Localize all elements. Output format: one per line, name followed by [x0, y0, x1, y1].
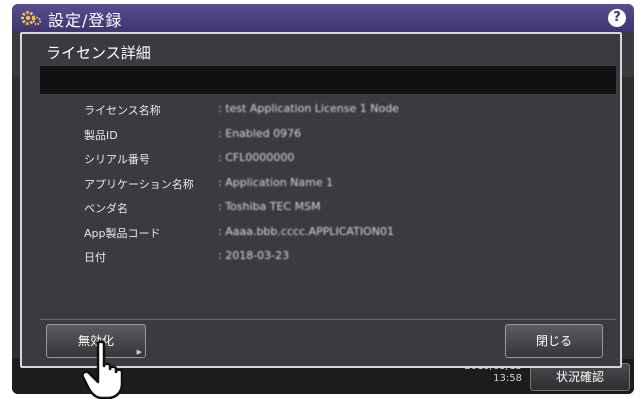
dialog-title: ライセンス詳細: [46, 44, 151, 62]
close-button[interactable]: 閉じる: [505, 324, 603, 358]
corner-arrow-icon: ▶: [136, 348, 142, 356]
detail-label: ベンダ名: [84, 202, 128, 215]
close-button-label: 閉じる: [535, 334, 572, 348]
detail-value: : Application Name 1: [218, 175, 334, 189]
detail-label: シリアル番号: [84, 153, 150, 166]
detail-label: 製品ID: [84, 128, 118, 142]
help-icon[interactable]: ?: [608, 9, 626, 27]
dialog-divider: [40, 319, 616, 320]
gear-icon: [21, 11, 42, 26]
time-text: 13:58: [493, 373, 522, 384]
hand-pointer-icon: [81, 340, 124, 399]
detail-label: アプリケーション名称: [84, 177, 194, 191]
page-title: 設定/登録: [48, 11, 123, 30]
detail-label: App製品コード: [84, 226, 161, 240]
detail-value: : Enabled 0976: [218, 126, 302, 140]
detail-label: ライセンス名称: [84, 104, 161, 117]
detail-value: : Aaaa.bbb.cccc.APPLICATION01: [218, 224, 394, 238]
detail-label: 日付: [84, 251, 106, 264]
detail-value: : 2018-03-23: [218, 249, 290, 262]
detail-value: : test Application License 1 Node: [218, 102, 399, 115]
header-bar: 設定/登録 ?: [12, 4, 634, 32]
dialog-header-band: [40, 66, 616, 94]
detail-value: : CFL0000000: [218, 151, 295, 164]
detail-value: : Toshiba TEC MSM: [218, 200, 321, 213]
license-detail-dialog: ライセンス詳細 ライセンス名称 : test Application Licen…: [20, 32, 622, 368]
